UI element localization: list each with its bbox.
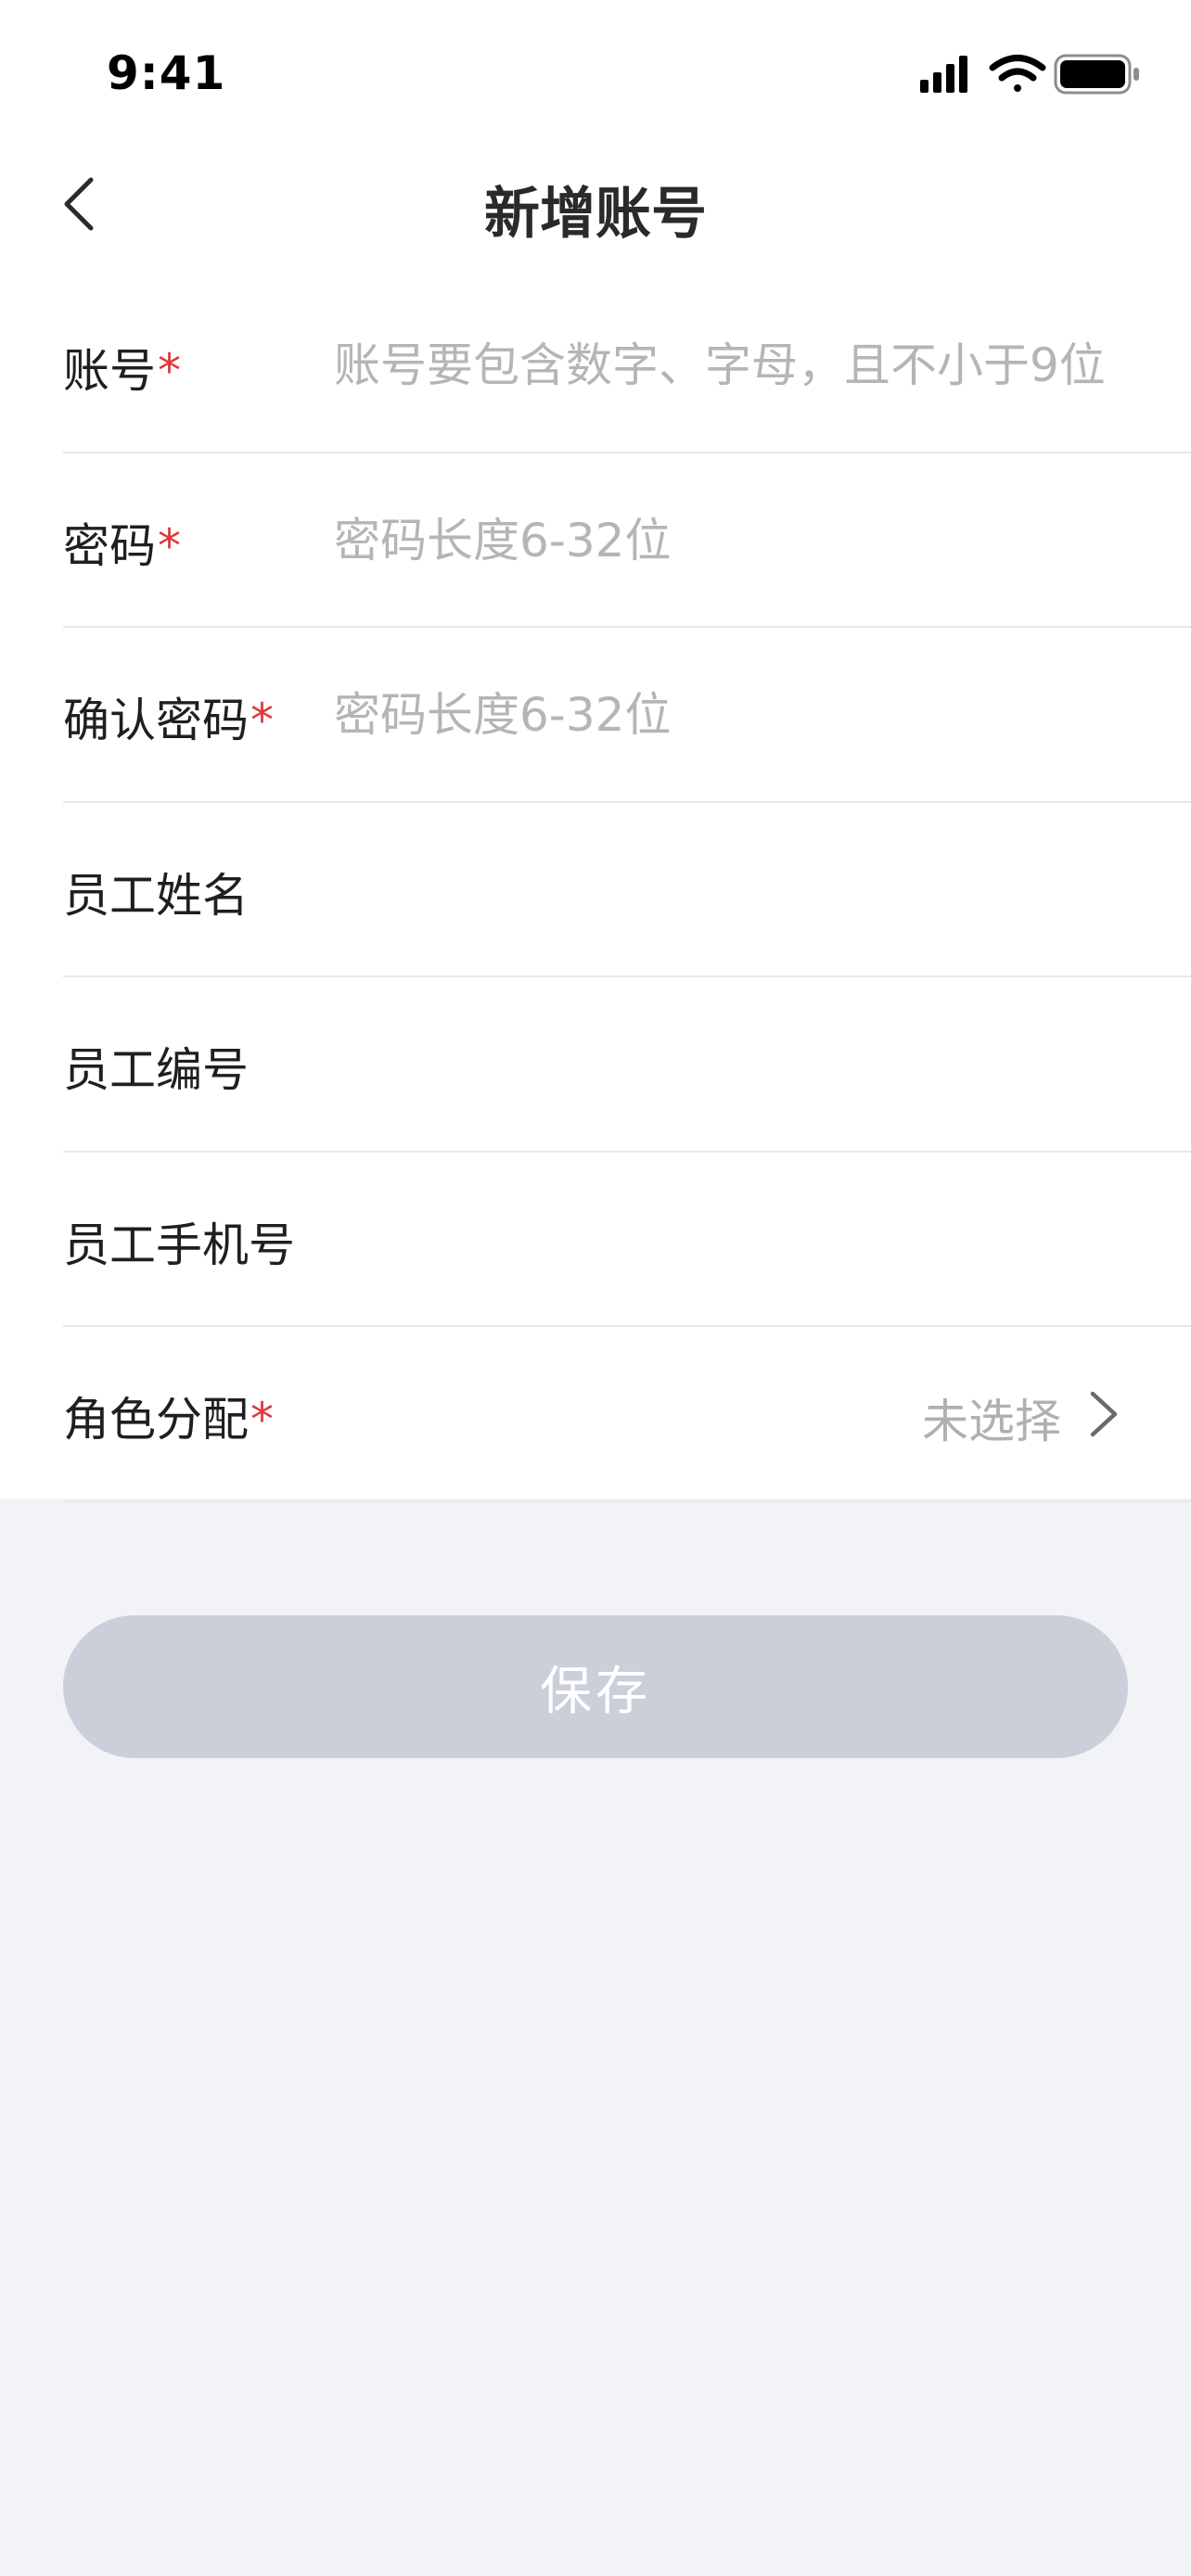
battery-icon — [1054, 54, 1139, 95]
account-input[interactable] — [334, 319, 1191, 412]
required-mark: * — [158, 344, 181, 398]
field-label: 员工手机号 — [63, 1218, 295, 1272]
status-bar: 9:41 — [0, 0, 1191, 148]
status-icons — [920, 54, 1139, 95]
save-button[interactable]: 保存 — [63, 1615, 1128, 1758]
role-select-value: 未选择 — [922, 1395, 1061, 1448]
account-form: 账号* 密码* 确认密码* 员工姓名 员工编号 员工手机号 角色分配* 未选择 — [0, 278, 1191, 1502]
form-row-account: 账号* — [63, 278, 1191, 453]
required-mark: * — [250, 1393, 274, 1447]
navigation-bar: 新增账号 — [0, 148, 1191, 260]
page-title: 新增账号 — [484, 182, 707, 247]
password-input[interactable] — [334, 493, 1191, 587]
chevron-right-icon — [1090, 1391, 1118, 1437]
employee-id-input[interactable] — [334, 1018, 1191, 1111]
field-label: 员工姓名 — [63, 868, 249, 923]
required-mark: * — [158, 518, 181, 573]
field-label: 密码* — [63, 518, 181, 573]
field-label: 角色分配* — [63, 1393, 274, 1447]
employee-phone-input[interactable] — [334, 1192, 1191, 1286]
form-row-employee-name: 员工姓名 — [63, 803, 1191, 977]
status-time: 9:41 — [107, 46, 226, 100]
field-label: 账号* — [63, 344, 181, 398]
form-row-employee-id: 员工编号 — [63, 977, 1191, 1153]
field-label: 员工编号 — [63, 1043, 249, 1097]
form-row-employee-phone: 员工手机号 — [63, 1153, 1191, 1327]
employee-name-input[interactable] — [334, 843, 1191, 937]
wifi-icon — [989, 55, 1046, 92]
field-label: 确认密码* — [63, 694, 274, 747]
required-mark: * — [250, 694, 274, 747]
form-panel: 9:41 新增账号 账号* 账号要包含数字、字母，且不小于9位 密码* 确认密码… — [0, 0, 1191, 1502]
form-row-password: 密码* — [63, 453, 1191, 628]
confirm-password-input[interactable] — [334, 669, 1191, 761]
signal-icon — [920, 56, 967, 93]
form-row-confirm-password: 确认密码* — [63, 628, 1191, 803]
role-select[interactable]: 角色分配* 未选择 — [63, 1327, 1191, 1502]
